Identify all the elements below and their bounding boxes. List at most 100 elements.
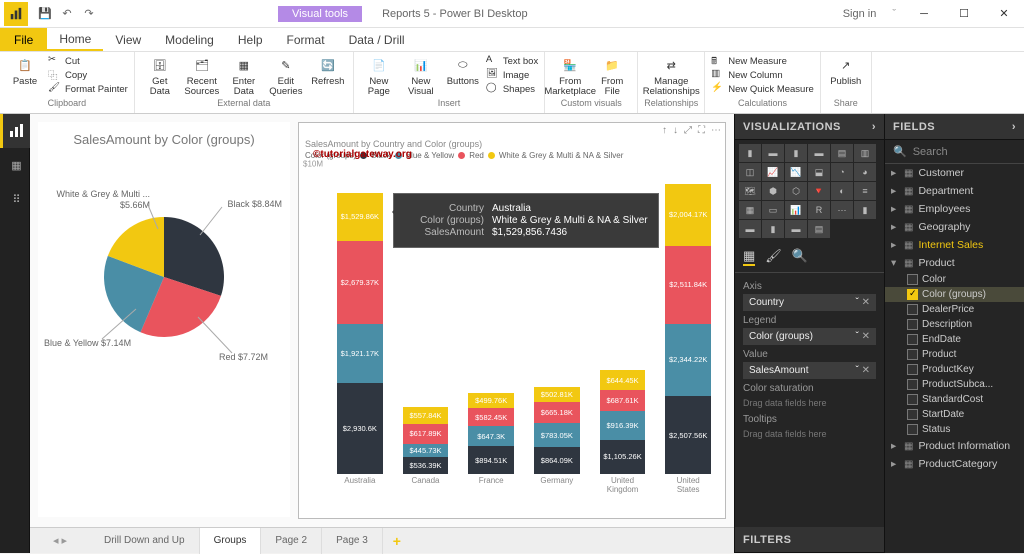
visual-type-button[interactable]: 🗺 (739, 182, 761, 200)
visual-type-button[interactable]: ▥ (854, 144, 876, 162)
pie-chart-visual[interactable]: SalesAmount by Color (groups) White & Gr… (38, 122, 290, 517)
bar-column[interactable]: $894.51K$647.3K$582.45K$499.76K (468, 393, 514, 474)
field-row[interactable]: DealerPrice (885, 302, 1024, 317)
tab-help[interactable]: Help (226, 28, 275, 51)
bar-segment[interactable]: $2,507.56K (665, 396, 711, 474)
checkbox[interactable] (907, 319, 918, 330)
visual-type-button[interactable]: ▮ (785, 144, 807, 162)
bar-segment[interactable]: $1,105.26K (600, 440, 646, 474)
visual-type-button[interactable]: 📉 (785, 163, 807, 181)
collapse-icon[interactable]: › (872, 121, 876, 133)
visual-type-button[interactable]: ▮ (762, 220, 784, 238)
from-marketplace-button[interactable]: 🏪From Marketplace (551, 54, 589, 96)
format-painter-button[interactable]: 🖌Format Painter (48, 82, 128, 96)
publish-button[interactable]: ↗Publish (827, 54, 865, 87)
bar-segment[interactable]: $783.05K (534, 423, 580, 447)
checkbox[interactable] (907, 304, 918, 315)
bar-segment[interactable]: $536.39K (403, 457, 449, 474)
bar-segment[interactable]: $2,679.37K (337, 241, 383, 324)
bar-segment[interactable]: $1,921.17K (337, 324, 383, 384)
visual-type-button[interactable]: ⬡ (785, 182, 807, 200)
recent-sources-button[interactable]: 🗂Recent Sources (183, 54, 221, 96)
enter-data-button[interactable]: ▦Enter Data (225, 54, 263, 96)
visual-type-button[interactable]: ▤ (831, 144, 853, 162)
buttons-button[interactable]: ⬭Buttons (444, 54, 482, 87)
visual-type-button[interactable]: ▬ (808, 144, 830, 162)
bar-column[interactable]: $864.09K$783.05K$665.18K$502.81K (534, 387, 580, 474)
checkbox[interactable] (907, 379, 918, 390)
visual-type-button[interactable]: 📊 (785, 201, 807, 219)
field-row[interactable]: Description (885, 317, 1024, 332)
bar-column[interactable]: $536.39K$445.73K$617.89K$557.84K (403, 407, 449, 474)
analytics-tab-icon[interactable]: 🔍 (792, 248, 808, 266)
field-row[interactable]: Color (groups) (885, 287, 1024, 302)
refresh-button[interactable]: 🔄Refresh (309, 54, 347, 87)
visual-type-button[interactable]: ⋯ (831, 201, 853, 219)
bar-segment[interactable]: $445.73K (403, 444, 449, 458)
bar-segment[interactable]: $582.45K (468, 408, 514, 426)
bar-segment[interactable]: $2,511.84K (665, 246, 711, 324)
close-button[interactable]: ✕ (984, 0, 1024, 28)
new-measure-button[interactable]: 🖩New Measure (711, 54, 814, 68)
minimize-button[interactable]: ─ (904, 0, 944, 28)
bar-column[interactable]: $2,930.6K$1,921.17K$2,679.37K$1,529.86K (337, 193, 383, 474)
drill-up-icon[interactable]: ↑ (662, 125, 667, 135)
field-row[interactable]: StartDate (885, 407, 1024, 422)
table-row[interactable]: ▸▦Product Information (885, 437, 1024, 455)
field-row[interactable]: ProductKey (885, 362, 1024, 377)
save-icon[interactable]: 💾 (36, 5, 54, 23)
bar-segment[interactable]: $1,529.86K (337, 193, 383, 240)
visual-type-button[interactable]: ▭ (762, 201, 784, 219)
more-options-icon[interactable]: ⋯ (711, 125, 721, 135)
edit-queries-button[interactable]: ✎Edit Queries (267, 54, 305, 96)
visual-type-button[interactable]: ▮ (739, 144, 761, 162)
filters-header[interactable]: FILTERS (743, 534, 792, 546)
bar-segment[interactable]: $647.3K (468, 426, 514, 446)
tab-modeling[interactable]: Modeling (153, 28, 226, 51)
field-row[interactable]: ProductSubca... (885, 377, 1024, 392)
manage-relationships-button[interactable]: ⇄Manage Relationships (652, 54, 690, 96)
field-row[interactable]: StandardCost (885, 392, 1024, 407)
bar-segment[interactable]: $502.81K (534, 387, 580, 403)
checkbox[interactable] (907, 409, 918, 420)
bar-segment[interactable]: $644.45K (600, 370, 646, 390)
bar-column[interactable]: $1,105.26K$916.39K$687.61K$644.45K (600, 370, 646, 474)
value-chip[interactable]: SalesAmountˇ ✕ (743, 362, 876, 379)
visual-type-button[interactable]: ▤ (808, 220, 830, 238)
table-row[interactable]: ▸▦Customer (885, 164, 1024, 182)
page-nav[interactable]: ◂ ▸ (30, 534, 90, 547)
page-tab[interactable]: Page 2 (261, 528, 322, 554)
checkbox[interactable] (907, 364, 918, 375)
table-row[interactable]: ▸▦ProductCategory (885, 455, 1024, 473)
tab-home[interactable]: Home (47, 28, 103, 51)
visual-type-button[interactable]: ▬ (739, 220, 761, 238)
visual-type-button[interactable]: ▦ (739, 201, 761, 219)
fields-search[interactable]: 🔍Search (885, 140, 1024, 164)
visual-type-button[interactable]: ⬓ (808, 163, 830, 181)
bar-segment[interactable]: $2,344.22K (665, 324, 711, 397)
field-row[interactable]: Status (885, 422, 1024, 437)
copy-button[interactable]: ⿻Copy (48, 68, 128, 82)
bar-segment[interactable]: $687.61K (600, 390, 646, 411)
bar-segment[interactable]: $499.76K (468, 393, 514, 408)
new-quick-measure-button[interactable]: ⚡New Quick Measure (711, 82, 814, 96)
bar-segment[interactable]: $665.18K (534, 402, 580, 423)
visual-type-button[interactable]: ◐ (831, 182, 853, 200)
visual-type-button[interactable]: ⬢ (762, 182, 784, 200)
image-button[interactable]: 🖼Image (486, 68, 538, 82)
axis-chip[interactable]: Countryˇ ✕ (743, 294, 876, 311)
shapes-button[interactable]: ◯Shapes (486, 82, 538, 96)
report-canvas[interactable]: SalesAmount by Color (groups) White & Gr… (30, 114, 734, 553)
visual-type-button[interactable]: ▬ (785, 220, 807, 238)
cut-button[interactable]: ✂Cut (48, 54, 128, 68)
checkbox[interactable] (907, 394, 918, 405)
help-icon[interactable]: ˇ (892, 8, 896, 20)
bar-segment[interactable]: $916.39K (600, 411, 646, 439)
bar-segment[interactable]: $894.51K (468, 446, 514, 474)
bar-segment[interactable]: $557.84K (403, 407, 449, 424)
model-view-tab[interactable]: ⠿ (0, 182, 30, 216)
table-row[interactable]: ▸▦Department (885, 182, 1024, 200)
visual-type-button[interactable]: ▬ (762, 144, 784, 162)
visual-type-button[interactable]: R (808, 201, 830, 219)
new-page-button[interactable]: 📄New Page (360, 54, 398, 96)
